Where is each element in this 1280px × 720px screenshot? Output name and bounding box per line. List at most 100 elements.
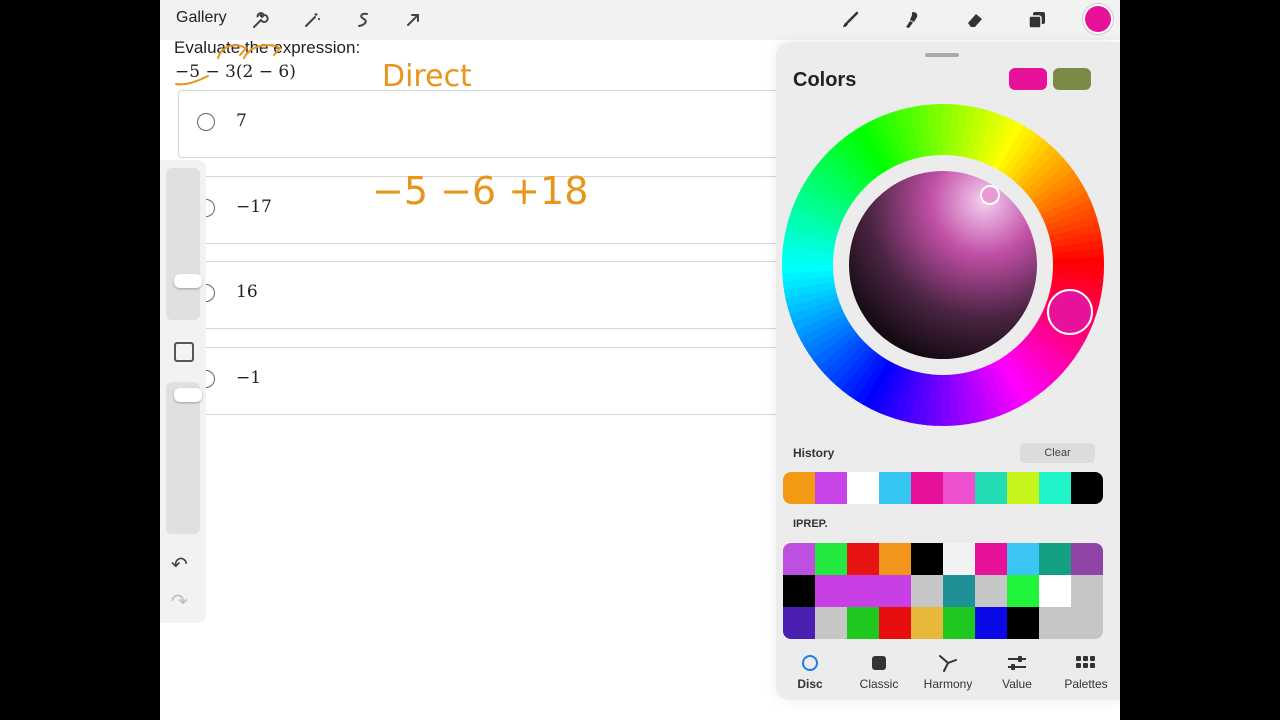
procreate-canvas[interactable]: Gallery Evaluate the expression: −5 − 3(… bbox=[160, 0, 1120, 720]
radio-button[interactable] bbox=[197, 113, 215, 131]
answer-option[interactable]: 16 bbox=[178, 261, 800, 329]
disc-icon bbox=[802, 655, 818, 671]
palette-swatch[interactable] bbox=[975, 607, 1007, 639]
color-disc[interactable] bbox=[782, 104, 1104, 426]
palette-swatch[interactable] bbox=[1039, 607, 1071, 639]
transform-arrow-icon[interactable] bbox=[401, 8, 425, 32]
wrench-icon[interactable] bbox=[248, 8, 272, 32]
palette-swatch[interactable] bbox=[1071, 575, 1103, 607]
tab-label: Value bbox=[1002, 677, 1032, 691]
undo-icon[interactable]: ↶ bbox=[171, 552, 188, 577]
primary-color-swatch[interactable] bbox=[1009, 68, 1047, 90]
palettes-grid-icon bbox=[1076, 656, 1095, 668]
palette-swatch[interactable] bbox=[783, 607, 815, 639]
history-swatch[interactable] bbox=[847, 472, 879, 504]
palette-swatch[interactable] bbox=[1007, 575, 1039, 607]
palette-swatch[interactable] bbox=[943, 543, 975, 575]
saturation-picker[interactable] bbox=[980, 185, 1000, 205]
handwritten-word: Direct bbox=[382, 59, 472, 94]
history-swatch[interactable] bbox=[879, 472, 911, 504]
side-toolbar: ↶ ↷ bbox=[160, 160, 206, 623]
harmony-icon bbox=[939, 655, 957, 672]
modify-square-icon[interactable] bbox=[174, 342, 194, 362]
palette-swatch[interactable] bbox=[879, 575, 911, 607]
history-swatch[interactable] bbox=[783, 472, 815, 504]
history-swatch[interactable] bbox=[975, 472, 1007, 504]
palette-swatch[interactable] bbox=[911, 575, 943, 607]
secondary-color-swatch[interactable] bbox=[1053, 68, 1091, 90]
answer-value: 7 bbox=[236, 111, 247, 131]
palette-swatch[interactable] bbox=[879, 543, 911, 575]
palette-swatch[interactable] bbox=[1071, 607, 1103, 639]
palette-swatch[interactable] bbox=[815, 543, 847, 575]
palette-swatch[interactable] bbox=[911, 543, 943, 575]
palette-swatch[interactable] bbox=[847, 575, 879, 607]
palette-swatch[interactable] bbox=[783, 575, 815, 607]
history-label: History bbox=[793, 446, 835, 460]
selection-icon[interactable] bbox=[351, 8, 375, 32]
brush-size-slider[interactable] bbox=[166, 168, 202, 320]
palette-swatch[interactable] bbox=[847, 607, 879, 639]
panel-grabber[interactable] bbox=[925, 53, 959, 57]
layers-icon[interactable] bbox=[1025, 8, 1049, 32]
history-swatches bbox=[783, 472, 1103, 504]
history-swatch[interactable] bbox=[1007, 472, 1039, 504]
toolbar: Gallery bbox=[160, 0, 1120, 40]
palette-swatch[interactable] bbox=[1039, 543, 1071, 575]
answer-option[interactable]: −1 bbox=[178, 347, 800, 415]
palette-grid bbox=[783, 543, 1103, 639]
tab-label: Classic bbox=[859, 677, 899, 691]
palette-swatch[interactable] bbox=[879, 607, 911, 639]
tab-harmony[interactable]: Harmony bbox=[914, 652, 982, 691]
redo-icon[interactable]: ↷ bbox=[171, 589, 188, 614]
tab-label: Harmony bbox=[923, 677, 973, 691]
palette-swatch[interactable] bbox=[975, 575, 1007, 607]
history-swatch[interactable] bbox=[1039, 472, 1071, 504]
palette-swatch[interactable] bbox=[1007, 607, 1039, 639]
palette-swatch[interactable] bbox=[911, 607, 943, 639]
saturation-disc[interactable] bbox=[849, 171, 1037, 359]
color-mode-tabs: Disc Classic Harmony Value Palettes bbox=[776, 652, 1120, 700]
tab-value[interactable]: Value bbox=[983, 652, 1051, 691]
magic-wand-icon[interactable] bbox=[300, 8, 324, 32]
classic-square-icon bbox=[872, 656, 886, 670]
answer-option[interactable]: 7 bbox=[178, 90, 800, 158]
palette-swatch[interactable] bbox=[815, 575, 847, 607]
history-swatch[interactable] bbox=[815, 472, 847, 504]
palette-swatch[interactable] bbox=[783, 543, 815, 575]
tab-disc[interactable]: Disc bbox=[776, 652, 844, 691]
palette-swatch[interactable] bbox=[1071, 543, 1103, 575]
sliders-icon bbox=[1008, 656, 1026, 670]
history-swatch[interactable] bbox=[911, 472, 943, 504]
palette-swatch[interactable] bbox=[847, 543, 879, 575]
smudge-icon[interactable] bbox=[900, 8, 924, 32]
slider-thumb[interactable] bbox=[174, 274, 202, 288]
palette-swatch[interactable] bbox=[1039, 575, 1071, 607]
clear-history-button[interactable]: Clear bbox=[1020, 443, 1095, 463]
question-prompt: Evaluate the expression: bbox=[174, 38, 361, 57]
opacity-slider[interactable] bbox=[166, 382, 202, 534]
current-color-button[interactable] bbox=[1085, 6, 1111, 32]
palette-swatch[interactable] bbox=[1007, 543, 1039, 575]
history-swatch[interactable] bbox=[1071, 472, 1103, 504]
answer-value: 16 bbox=[236, 282, 258, 302]
eraser-icon[interactable] bbox=[963, 8, 987, 32]
tab-classic[interactable]: Classic bbox=[845, 652, 913, 691]
slider-thumb[interactable] bbox=[174, 388, 202, 402]
palette-swatch[interactable] bbox=[943, 607, 975, 639]
tab-label: Palettes bbox=[1064, 677, 1108, 691]
tab-palettes[interactable]: Palettes bbox=[1052, 652, 1120, 691]
answer-option[interactable]: −17 bbox=[178, 176, 800, 244]
tab-label: Disc bbox=[797, 677, 823, 691]
palette-swatch[interactable] bbox=[815, 607, 847, 639]
palette-swatch[interactable] bbox=[975, 543, 1007, 575]
answer-value: −1 bbox=[236, 368, 262, 388]
hue-picker[interactable] bbox=[1047, 289, 1093, 335]
brush-icon[interactable] bbox=[838, 8, 862, 32]
answer-value: −17 bbox=[236, 197, 272, 217]
gallery-button[interactable]: Gallery bbox=[176, 9, 227, 27]
panel-title: Colors bbox=[793, 69, 857, 91]
history-swatch[interactable] bbox=[943, 472, 975, 504]
palette-swatch[interactable] bbox=[943, 575, 975, 607]
colors-panel: Colors History Clear IPREP. Disc Classic… bbox=[776, 42, 1120, 700]
